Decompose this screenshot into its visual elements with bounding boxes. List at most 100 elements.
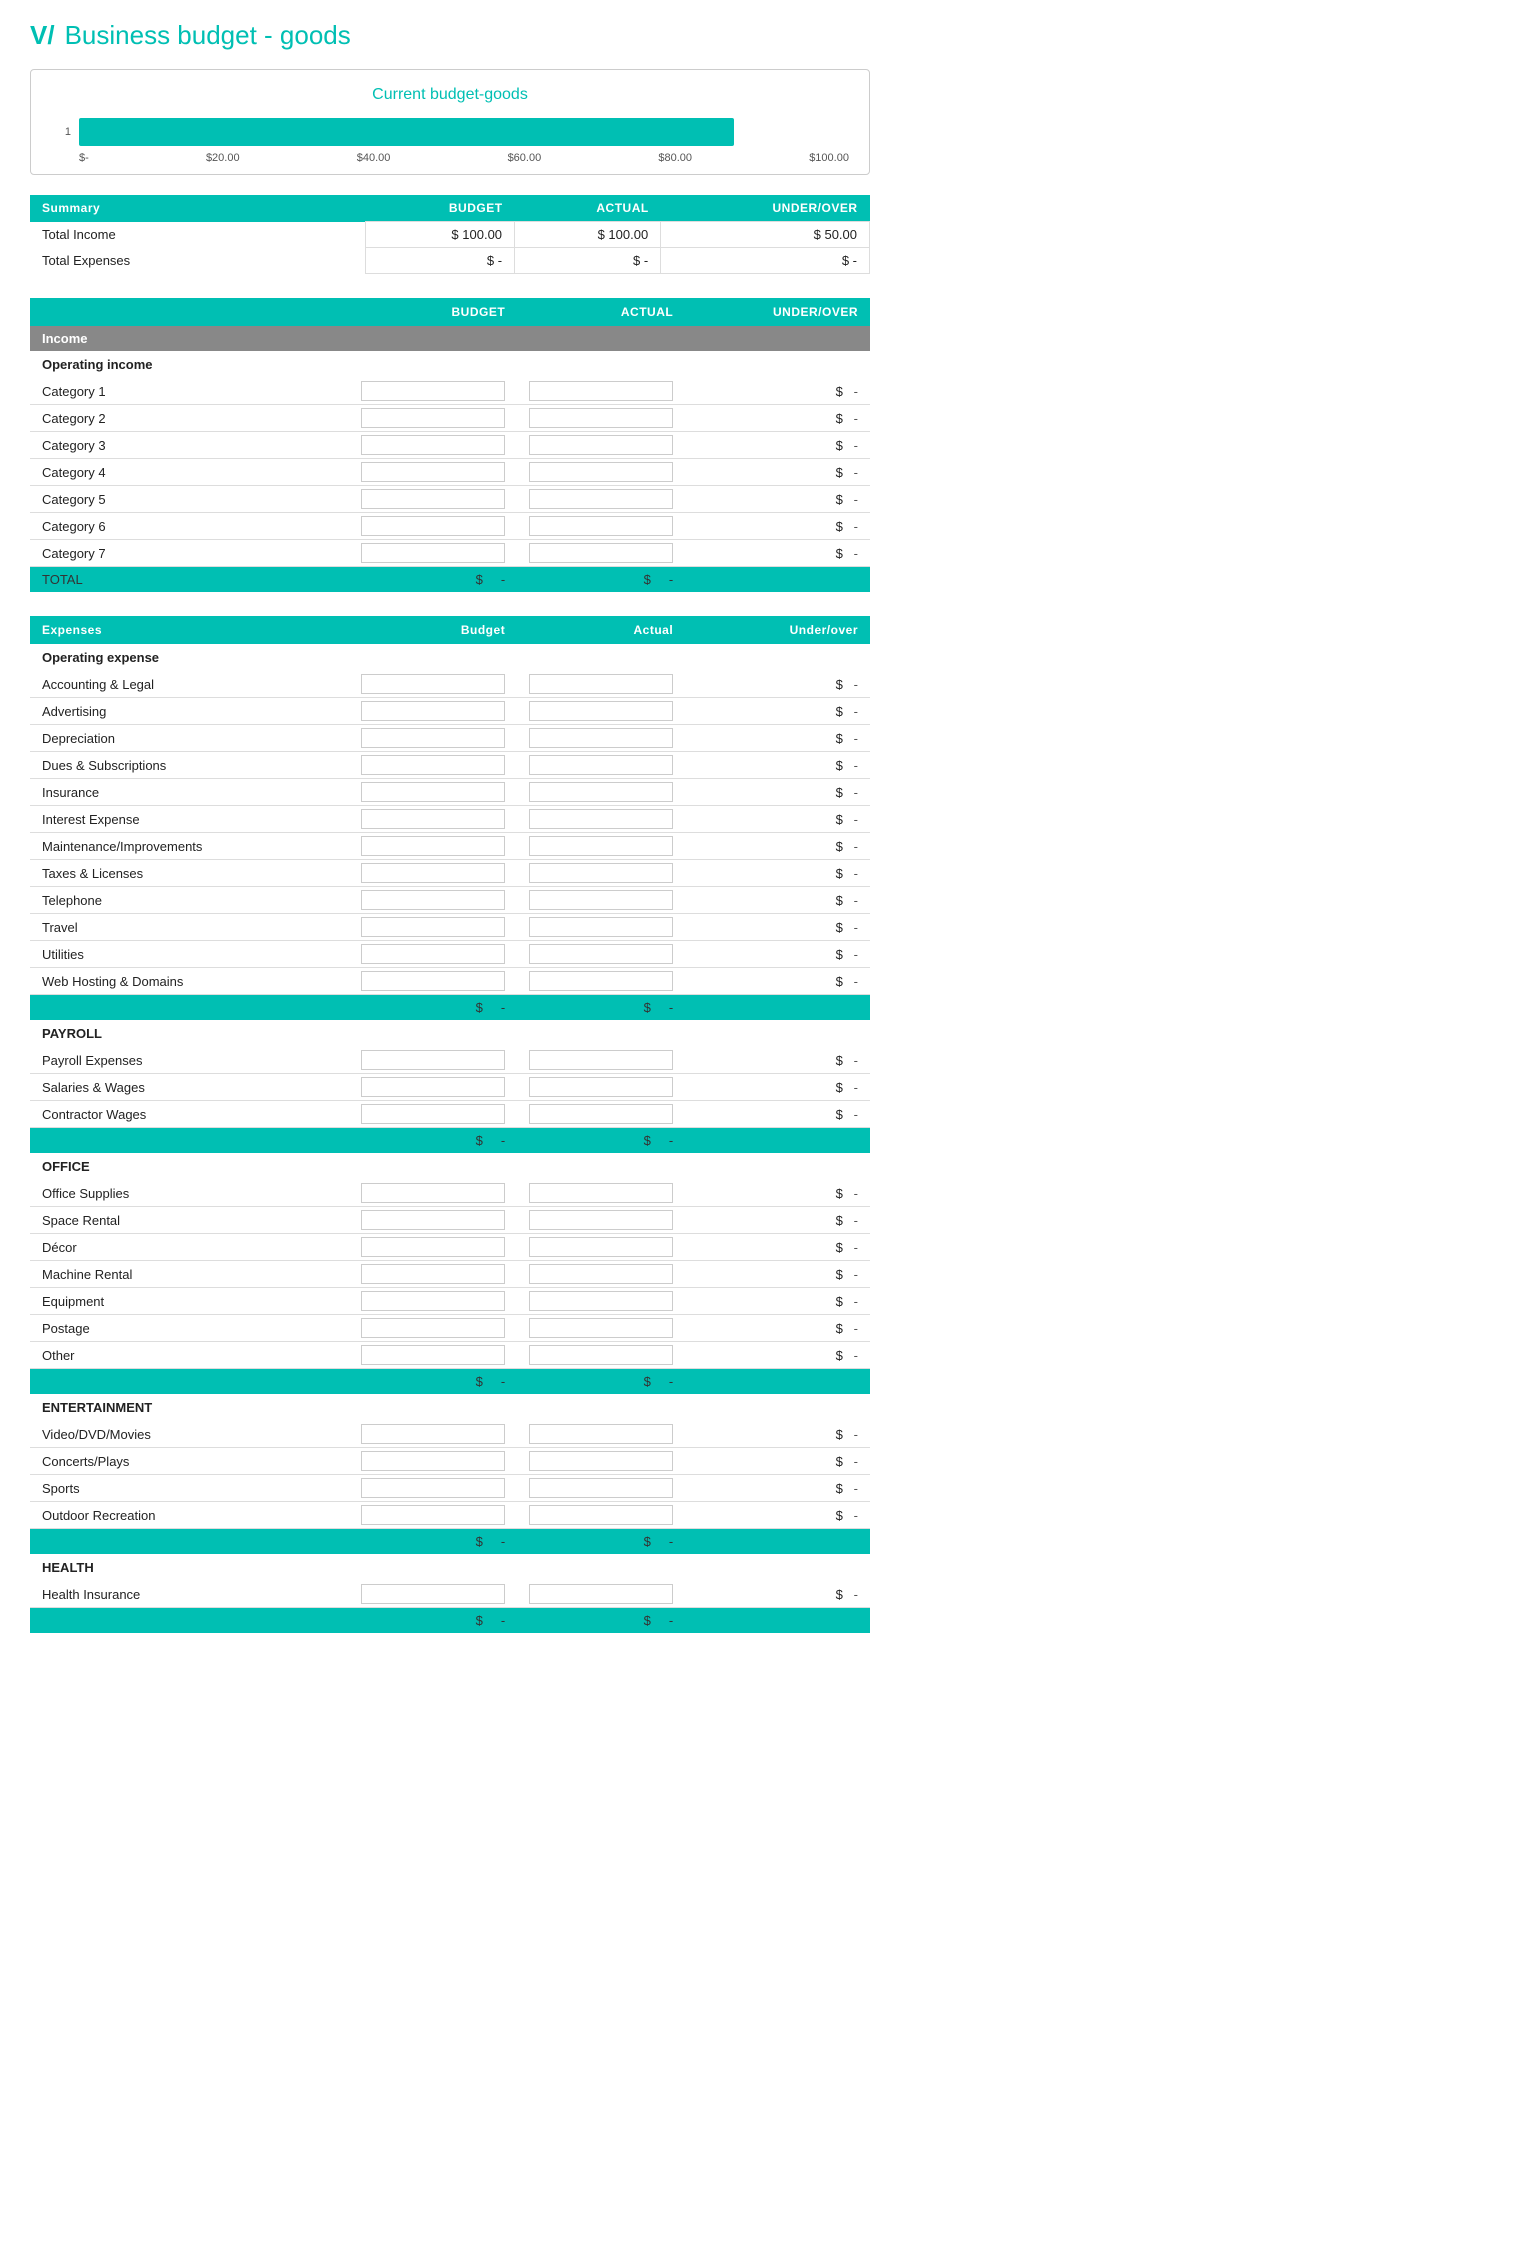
expense-actual-input[interactable]	[529, 1210, 673, 1230]
income-cat1-budget-input[interactable]	[361, 381, 505, 401]
expense-actual-input[interactable]	[529, 701, 673, 721]
expense-actual-input[interactable]	[529, 971, 673, 991]
expense-actual-input[interactable]	[529, 1050, 673, 1070]
income-category-1: Category 1 $ -	[30, 378, 870, 405]
expense-subtotal-row-2: $ -$ -	[30, 1369, 870, 1395]
expense-item-label: Telephone	[30, 887, 349, 914]
expense-budget-input[interactable]	[361, 1237, 505, 1257]
income-cat3-budget-input[interactable]	[361, 435, 505, 455]
expense-subtotal-under	[685, 995, 870, 1021]
expense-actual-input[interactable]	[529, 836, 673, 856]
expense-actual-input[interactable]	[529, 755, 673, 775]
income-cat2-budget-cell[interactable]	[349, 405, 517, 432]
expense-actual-input[interactable]	[529, 1505, 673, 1525]
expense-item-row: Office Supplies$ -	[30, 1180, 870, 1207]
expense-budget-input[interactable]	[361, 1584, 505, 1604]
income-cat3-actual-input[interactable]	[529, 435, 673, 455]
income-cat3-under: $ -	[685, 432, 870, 459]
expense-budget-input[interactable]	[361, 1077, 505, 1097]
expense-subtotal-label	[30, 1529, 349, 1555]
expense-actual-input[interactable]	[529, 1237, 673, 1257]
expense-actual-input[interactable]	[529, 1584, 673, 1604]
expense-actual-input[interactable]	[529, 1478, 673, 1498]
expense-budget-input[interactable]	[361, 1264, 505, 1284]
expense-budget-input[interactable]	[361, 1104, 505, 1124]
expense-item-row: Outdoor Recreation$ -	[30, 1502, 870, 1529]
income-cat7-label: Category 7	[30, 540, 349, 567]
expense-actual-input[interactable]	[529, 917, 673, 937]
expense-subtotal-under	[685, 1608, 870, 1634]
expense-budget-input[interactable]	[361, 701, 505, 721]
income-cat2-budget-input[interactable]	[361, 408, 505, 428]
expense-budget-input[interactable]	[361, 1451, 505, 1471]
expense-actual-input[interactable]	[529, 944, 673, 964]
expense-actual-input[interactable]	[529, 1424, 673, 1444]
expense-item-label: Salaries & Wages	[30, 1074, 349, 1101]
expense-budget-input[interactable]	[361, 1478, 505, 1498]
expense-budget-input[interactable]	[361, 836, 505, 856]
expense-item-label: Dues & Subscriptions	[30, 752, 349, 779]
expense-budget-input[interactable]	[361, 890, 505, 910]
expense-budget-input[interactable]	[361, 1345, 505, 1365]
income-cat5-budget-input[interactable]	[361, 489, 505, 509]
chart-row-label: 1	[51, 126, 71, 138]
expense-actual-input[interactable]	[529, 1291, 673, 1311]
expense-budget-input[interactable]	[361, 728, 505, 748]
expense-budget-input[interactable]	[361, 1505, 505, 1525]
income-cat5-actual-input[interactable]	[529, 489, 673, 509]
expense-actual-input[interactable]	[529, 1318, 673, 1338]
expense-budget-input[interactable]	[361, 917, 505, 937]
income-cat2-actual-cell[interactable]	[517, 405, 685, 432]
expense-group-label-2: OFFICE	[30, 1153, 870, 1180]
summary-header-actual: ACTUAL	[515, 195, 661, 222]
expense-item-row: Travel$ -	[30, 914, 870, 941]
expense-group-header-2: OFFICE	[30, 1153, 870, 1180]
income-cat4-actual-input[interactable]	[529, 462, 673, 482]
expense-actual-input[interactable]	[529, 1183, 673, 1203]
expense-budget-input[interactable]	[361, 1050, 505, 1070]
expense-actual-input[interactable]	[529, 890, 673, 910]
expense-subtotal-budget: $ -	[349, 1529, 517, 1555]
income-subsection-header: Operating income	[30, 351, 870, 378]
income-cat6-actual-input[interactable]	[529, 516, 673, 536]
expense-actual-input[interactable]	[529, 1264, 673, 1284]
expense-item-label: Outdoor Recreation	[30, 1502, 349, 1529]
expense-actual-input[interactable]	[529, 728, 673, 748]
income-cat4-budget-input[interactable]	[361, 462, 505, 482]
expense-actual-input[interactable]	[529, 863, 673, 883]
expense-item-row: Telephone$ -	[30, 887, 870, 914]
expense-actual-input[interactable]	[529, 1077, 673, 1097]
expense-item-label: Taxes & Licenses	[30, 860, 349, 887]
income-cat7-actual-input[interactable]	[529, 543, 673, 563]
expense-actual-input[interactable]	[529, 1451, 673, 1471]
income-cat1-budget-cell[interactable]	[349, 378, 517, 405]
expense-budget-input[interactable]	[361, 755, 505, 775]
chart-title: Current budget-goods	[51, 86, 849, 104]
expense-budget-input[interactable]	[361, 1424, 505, 1444]
expense-actual-input[interactable]	[529, 809, 673, 829]
logo-icon: V/	[30, 20, 55, 51]
income-cat2-actual-input[interactable]	[529, 408, 673, 428]
expense-item-row: Space Rental$ -	[30, 1207, 870, 1234]
expense-actual-input[interactable]	[529, 674, 673, 694]
expense-budget-input[interactable]	[361, 1291, 505, 1311]
expense-budget-input[interactable]	[361, 944, 505, 964]
expense-budget-input[interactable]	[361, 1318, 505, 1338]
expense-budget-input[interactable]	[361, 863, 505, 883]
expense-actual-input[interactable]	[529, 1104, 673, 1124]
expense-budget-input[interactable]	[361, 1210, 505, 1230]
expense-budget-input[interactable]	[361, 971, 505, 991]
expense-actual-input[interactable]	[529, 1345, 673, 1365]
expense-budget-input[interactable]	[361, 674, 505, 694]
expense-budget-input[interactable]	[361, 1183, 505, 1203]
expense-budget-input[interactable]	[361, 809, 505, 829]
income-cat6-budget-input[interactable]	[361, 516, 505, 536]
expense-actual-input[interactable]	[529, 782, 673, 802]
expense-budget-input[interactable]	[361, 782, 505, 802]
expense-item-row: Interest Expense$ -	[30, 806, 870, 833]
chart-bar-row: 1	[51, 118, 849, 146]
income-cat1-actual-input[interactable]	[529, 381, 673, 401]
expense-item-row: Health Insurance$ -	[30, 1581, 870, 1608]
income-cat7-budget-input[interactable]	[361, 543, 505, 563]
income-cat1-actual-cell[interactable]	[517, 378, 685, 405]
